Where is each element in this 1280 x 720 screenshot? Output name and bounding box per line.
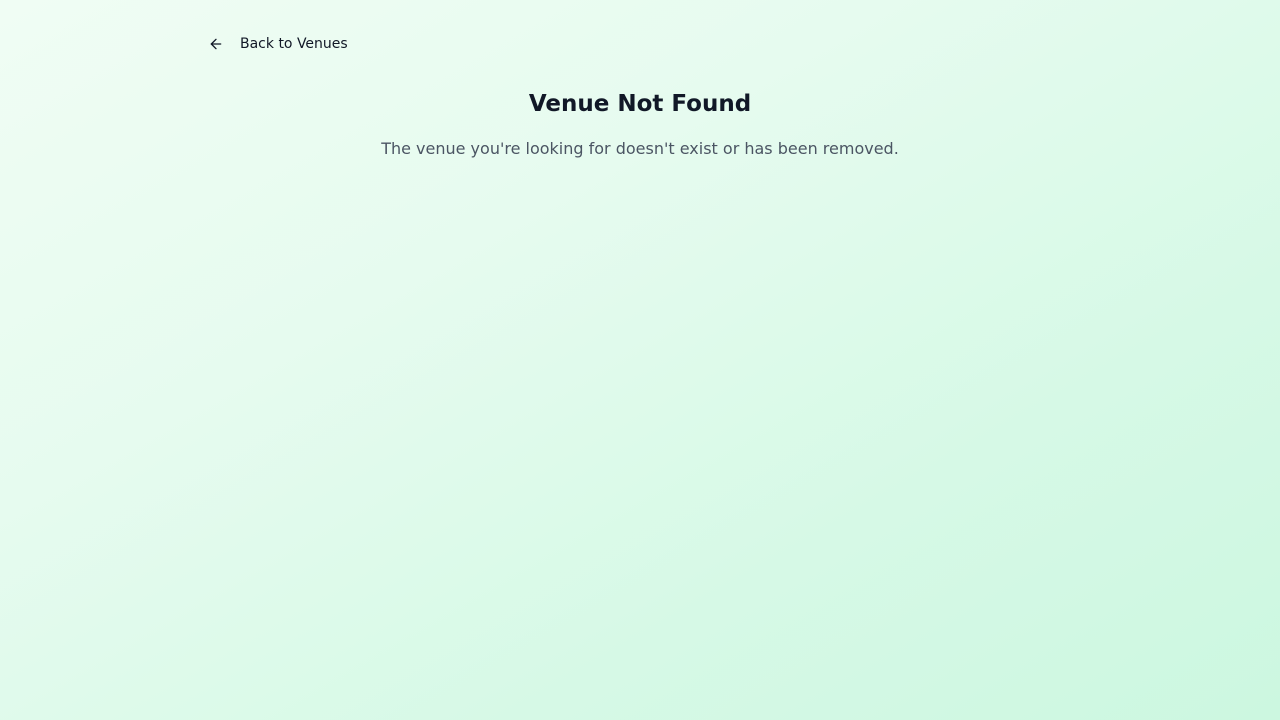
arrow-left-icon — [208, 36, 224, 52]
error-message: The venue you're looking for doesn't exi… — [381, 139, 899, 158]
page-title: Venue Not Found — [528, 91, 752, 117]
back-to-venues-label: Back to Venues — [240, 36, 348, 52]
not-found-page: Back to Venues Venue Not Found The venue… — [0, 0, 1280, 720]
back-to-venues-button[interactable]: Back to Venues — [200, 28, 356, 60]
